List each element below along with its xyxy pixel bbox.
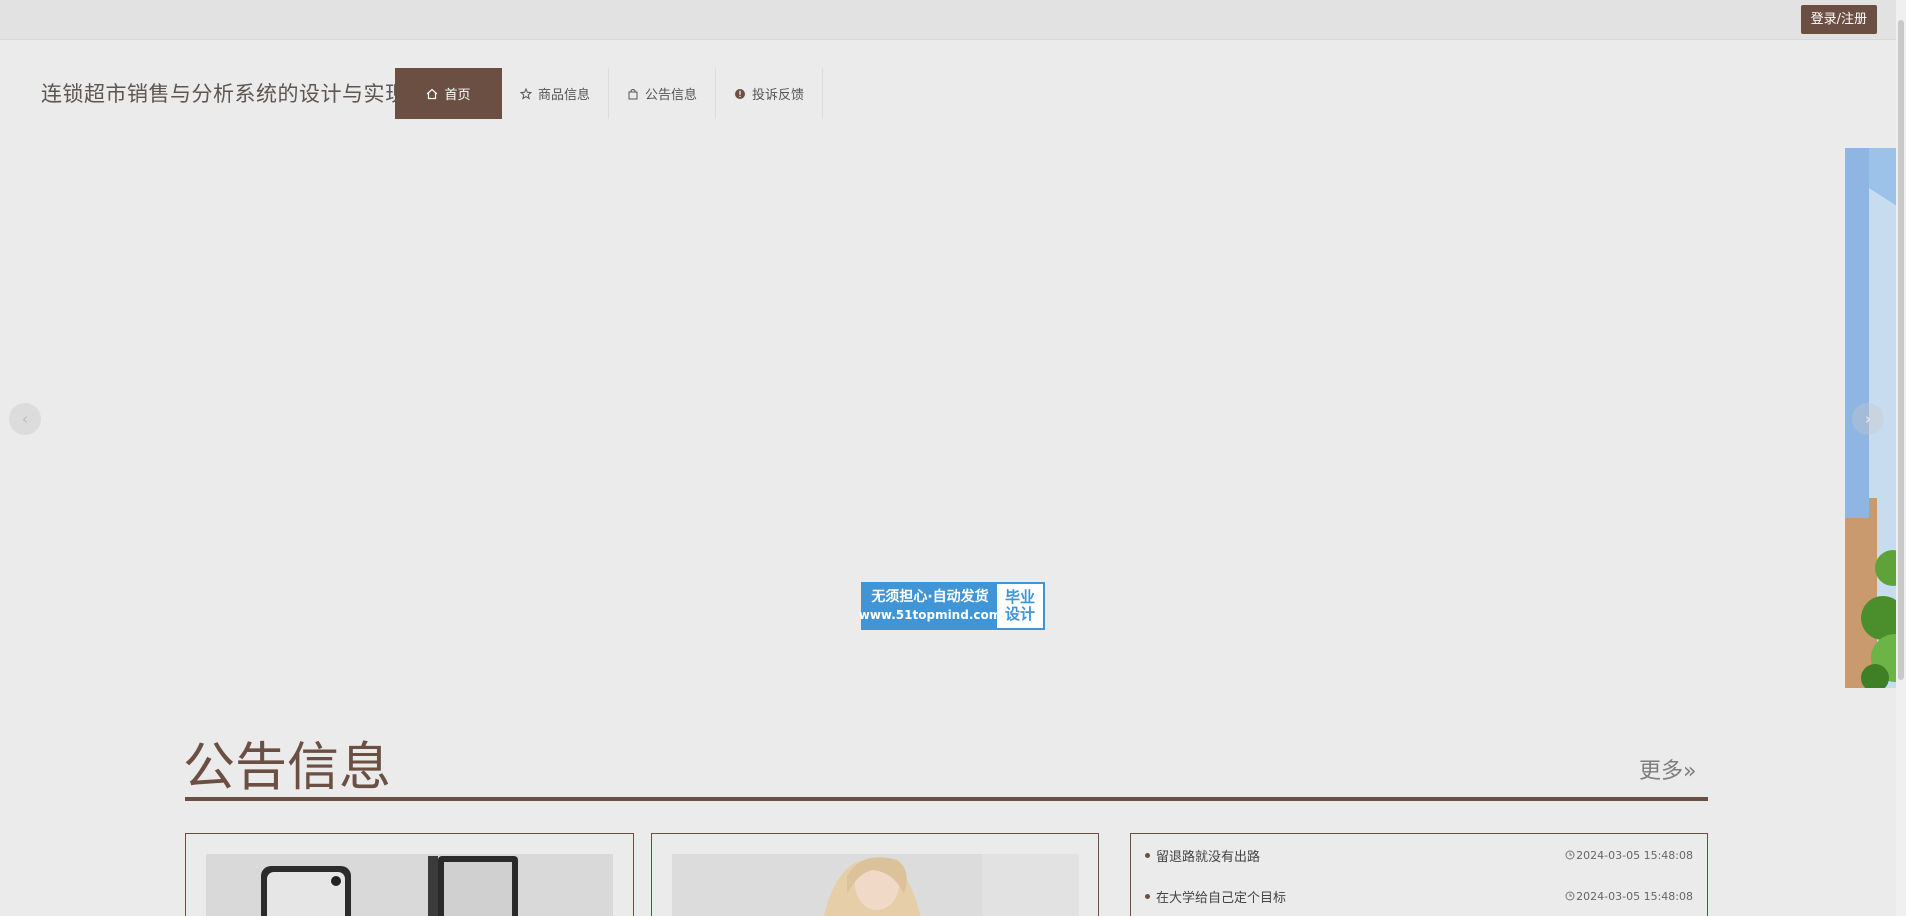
watermark-right: 毕业设计 [1004, 588, 1035, 623]
nav-item-home[interactable]: 首页 [395, 68, 502, 119]
alert-icon [735, 88, 746, 99]
phone-photo [206, 854, 613, 916]
home-icon [427, 88, 438, 99]
list-item-title: 在大学给自己定个目标 [1156, 890, 1287, 906]
nav-label: 投诉反馈 [752, 88, 805, 103]
notice-list: 留退路就没有出路 2024-03-05 15:48:08 在大学给自己定个目标 … [1130, 833, 1708, 916]
section-divider [185, 797, 1708, 801]
site-title: 连锁超市销售与分析系统的设计与实现 [41, 82, 407, 106]
nav-item-products[interactable]: 商品信息 [502, 68, 610, 119]
nav-label: 公告信息 [645, 88, 698, 103]
banner-carousel[interactable]: 无须担心·自动发货 www.51topmind.com 毕业设计 [0, 148, 1906, 688]
star-icon [520, 87, 532, 100]
watermark-badge: 无须担心·自动发货 www.51topmind.com 毕业设计 [859, 582, 1045, 630]
notice-more-link[interactable]: 更多» [1639, 753, 1696, 785]
carousel-prev-button[interactable]: ‹ [9, 403, 41, 435]
list-item[interactable]: 在大学给自己定个目标 2024-03-05 15:48:08 [1145, 886, 1693, 906]
notice-card-image [672, 854, 1079, 916]
notice-card-image [206, 854, 613, 916]
fashion-photo [672, 854, 1079, 916]
list-item-time: 2024-03-05 15:48:08 [1576, 848, 1693, 862]
watermark-left: 无须担心·自动发货 www.51topmind.com [859, 584, 1001, 628]
notice-section-title: 公告信息 [183, 738, 392, 798]
nav-label: 首页 [444, 88, 471, 103]
watermark-line2: www.51topmind.com [858, 608, 1002, 622]
notice-card[interactable] [651, 833, 1099, 916]
nav-item-notices[interactable]: 公告信息 [609, 68, 717, 119]
bag-icon [628, 88, 638, 99]
main-nav: 首页 商品信息 公告信息 投诉反馈 [395, 68, 824, 119]
login-register-button[interactable]: 登录/注册 [1800, 5, 1877, 34]
clock-icon [1565, 850, 1575, 860]
page-scrollbar[interactable] [1896, 0, 1906, 916]
list-item-title: 留退路就没有出路 [1156, 849, 1261, 865]
nav-label: 商品信息 [538, 88, 591, 103]
bullet-icon [1145, 852, 1150, 858]
nav-item-feedback[interactable]: 投诉反馈 [716, 68, 824, 119]
clock-icon [1565, 891, 1575, 901]
carousel-next-button[interactable]: › [1852, 403, 1884, 435]
watermark-line1: 无须担心·自动发货 [871, 589, 989, 605]
top-bar: 登录/注册 [0, 0, 1906, 40]
list-item-time: 2024-03-05 15:48:08 [1576, 889, 1693, 903]
notice-card[interactable] [185, 833, 634, 916]
list-item[interactable]: 留退路就没有出路 2024-03-05 15:48:08 [1145, 845, 1693, 865]
bullet-icon [1145, 893, 1150, 899]
scrollbar-thumb[interactable] [1898, 20, 1904, 680]
